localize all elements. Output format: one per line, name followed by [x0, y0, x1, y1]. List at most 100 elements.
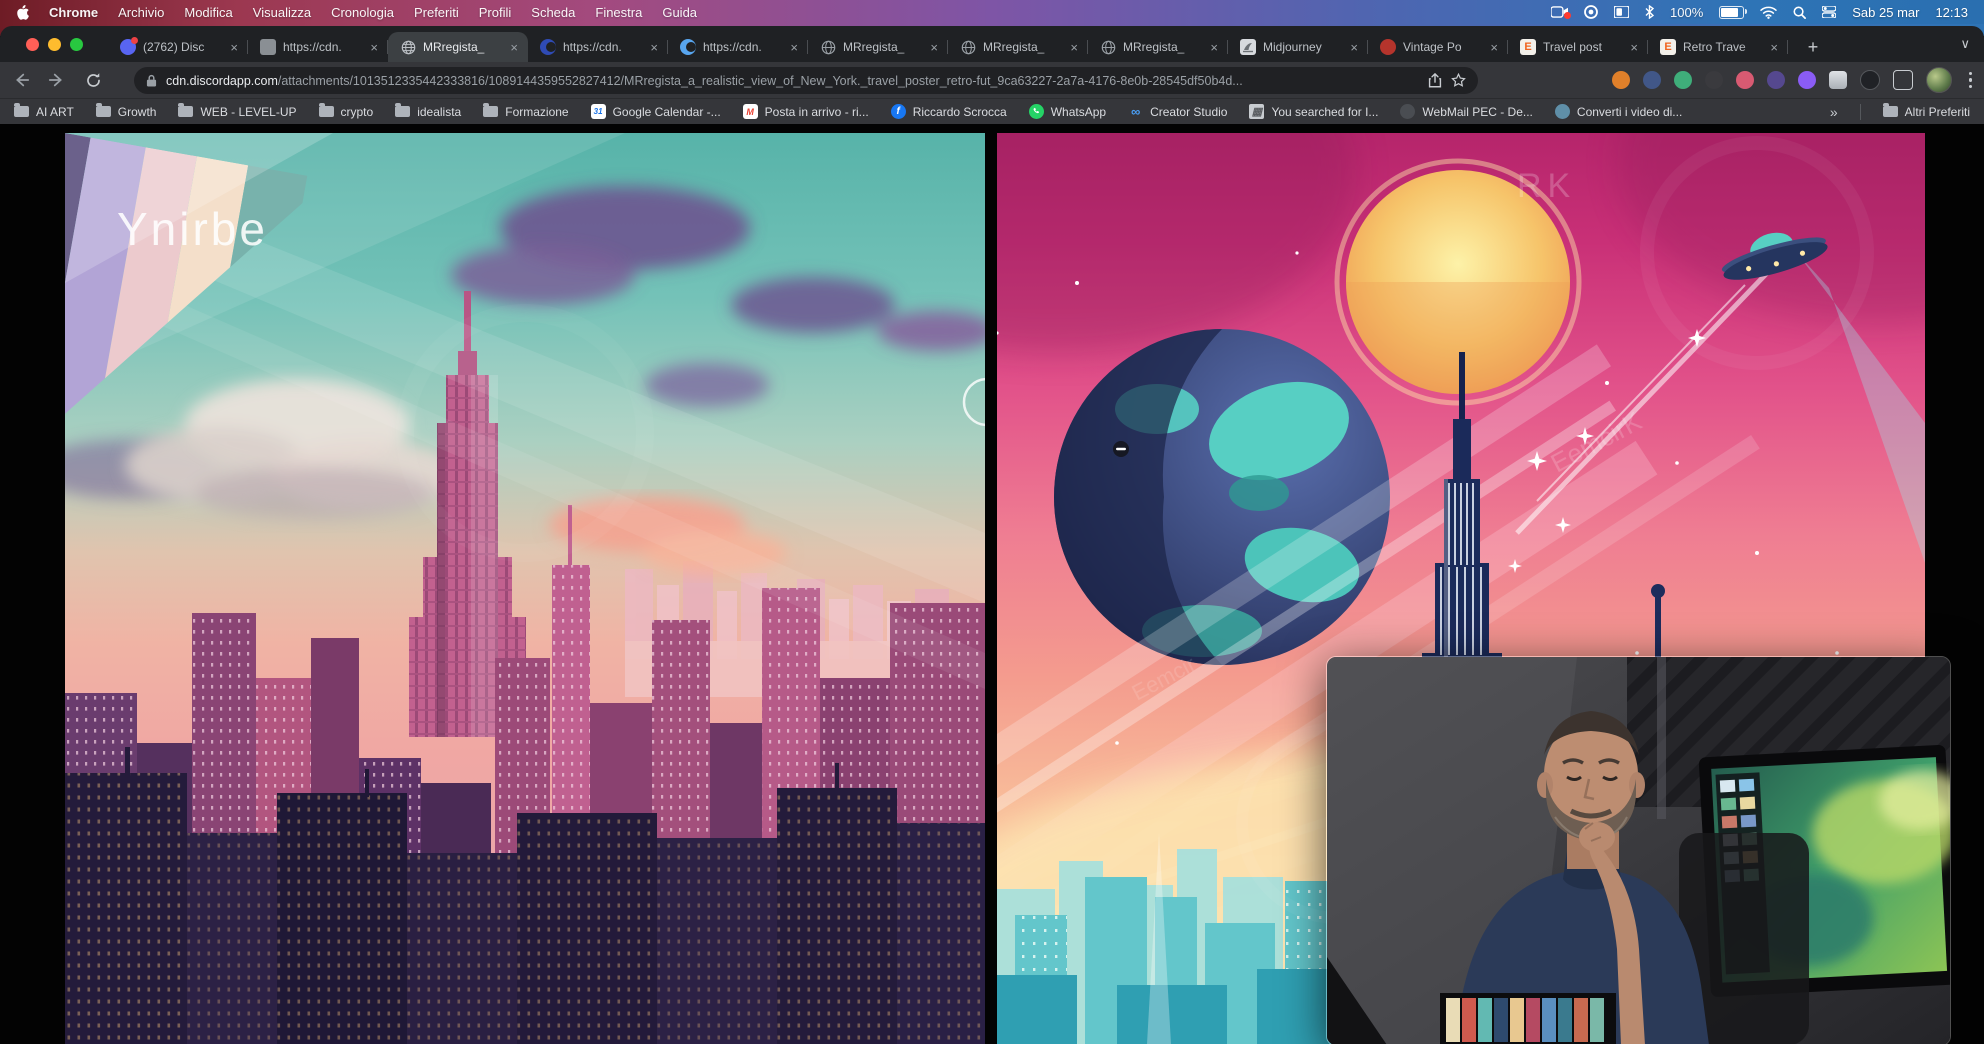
- url-text[interactable]: cdn.discordapp.com/attachments/101351233…: [166, 74, 1419, 88]
- tab-mrregista-2[interactable]: MRregista_×: [808, 32, 948, 62]
- profile-avatar[interactable]: [1926, 67, 1952, 93]
- tab-close-icon[interactable]: ×: [1208, 40, 1220, 55]
- menu-cronologia[interactable]: Cronologia: [331, 5, 394, 20]
- tab-etsy-retro-travel[interactable]: ERetro Trave×: [1648, 32, 1788, 62]
- menu-scheda[interactable]: Scheda: [531, 5, 575, 20]
- tab-close-icon[interactable]: ×: [508, 40, 520, 55]
- menu-chrome[interactable]: Chrome: [49, 5, 98, 20]
- bookmark-facebook-profile[interactable]: fRiccardo Scrocca: [891, 104, 1007, 119]
- menu-guida[interactable]: Guida: [662, 5, 697, 20]
- menu-archivio[interactable]: Archivio: [118, 5, 164, 20]
- extension-icon-pink[interactable]: [1736, 71, 1754, 89]
- menu-profili[interactable]: Profili: [479, 5, 512, 20]
- extension-icon-square[interactable]: [1893, 70, 1913, 90]
- bookmark-star-icon[interactable]: [1451, 73, 1466, 88]
- menu-modifica[interactable]: Modifica: [184, 5, 232, 20]
- extension-icon-violet[interactable]: [1767, 71, 1785, 89]
- tab-close-icon[interactable]: ×: [1068, 40, 1080, 55]
- bookmark-whatsapp[interactable]: WhatsApp: [1029, 104, 1106, 119]
- bookmark-gmail-inbox[interactable]: MPosta in arrivo - ri...: [743, 104, 869, 119]
- bookmark-converti-video[interactable]: Converti i video di...: [1555, 104, 1682, 119]
- tab-close-icon[interactable]: ×: [368, 40, 380, 55]
- url-host: cdn.discordapp.com: [166, 74, 278, 88]
- back-button[interactable]: [6, 65, 36, 95]
- tab-mrregista-3[interactable]: MRregista_×: [948, 32, 1088, 62]
- tab-mrregista-active[interactable]: MRregista_×: [388, 32, 528, 62]
- bookmark-google-calendar[interactable]: 31Google Calendar -...: [591, 104, 721, 119]
- extension-icon-orange[interactable]: [1612, 71, 1630, 89]
- tab-close-icon[interactable]: ×: [228, 40, 240, 55]
- bluetooth-icon[interactable]: [1645, 5, 1654, 19]
- shield-app-icon[interactable]: [1584, 5, 1598, 19]
- bookmark-folder-idealista[interactable]: idealista: [395, 105, 461, 119]
- minimize-window-button[interactable]: [48, 38, 61, 51]
- control-center-icon[interactable]: [1822, 6, 1836, 18]
- page-content: Ynirbe: [0, 124, 1984, 1044]
- tab-search-chevron[interactable]: ∨: [1960, 36, 1970, 52]
- forward-button[interactable]: [42, 65, 72, 95]
- bookmark-creator-studio[interactable]: ∞Creator Studio: [1128, 104, 1227, 119]
- menu-clock[interactable]: 12:13: [1935, 5, 1968, 20]
- tab-close-icon[interactable]: ×: [788, 40, 800, 55]
- window-manager-icon[interactable]: [1614, 6, 1629, 18]
- tab-midjourney[interactable]: Midjourney×: [1228, 32, 1368, 62]
- menu-finestra[interactable]: Finestra: [595, 5, 642, 20]
- menu-preferiti[interactable]: Preferiti: [414, 5, 459, 20]
- globe-favicon: [820, 39, 836, 55]
- extension-icon-blue[interactable]: [1643, 71, 1661, 89]
- whatsapp-icon: [1029, 104, 1044, 119]
- other-bookmarks[interactable]: Altri Preferiti: [1883, 105, 1970, 119]
- tab-mrregista-4[interactable]: MRregista_×: [1088, 32, 1228, 62]
- bookmark-folder-web-level-up[interactable]: WEB - LEVEL-UP: [178, 105, 296, 119]
- tab-discord[interactable]: (2762) Disc×: [108, 32, 248, 62]
- bookmark-webmail-pec[interactable]: WebMail PEC - De...: [1400, 104, 1532, 119]
- crescent-favicon: [680, 39, 696, 55]
- extension-icon-dark[interactable]: [1705, 71, 1723, 89]
- bookmark-you-searched[interactable]: ▦You searched for I...: [1249, 104, 1378, 119]
- tab-vintage-posters[interactable]: Vintage Po×: [1368, 32, 1508, 62]
- tab-close-icon[interactable]: ×: [928, 40, 940, 55]
- zoom-window-button[interactable]: [70, 38, 83, 51]
- menu-date[interactable]: Sab 25 mar: [1852, 5, 1919, 20]
- bookmark-folder-formazione[interactable]: Formazione: [483, 105, 568, 119]
- browser-menu-icon[interactable]: [1965, 72, 1977, 89]
- wifi-icon[interactable]: [1760, 6, 1777, 19]
- hand: [1579, 822, 1615, 852]
- tab-close-icon[interactable]: ×: [1488, 40, 1500, 55]
- reload-button[interactable]: [78, 65, 108, 95]
- apple-logo-icon[interactable]: [16, 5, 29, 20]
- folder-icon: [1883, 106, 1898, 117]
- menu-visualizza[interactable]: Visualizza: [253, 5, 311, 20]
- left-poster-image[interactable]: Ynirbe: [65, 133, 985, 1044]
- tab-close-icon[interactable]: ×: [1628, 40, 1640, 55]
- extension-icon-green[interactable]: [1674, 71, 1692, 89]
- extension-icon-purple[interactable]: [1798, 71, 1816, 89]
- bookmarks-overflow-chevron[interactable]: »: [1830, 104, 1838, 120]
- new-tab-button[interactable]: +: [1800, 34, 1826, 60]
- extension-icon-black[interactable]: [1860, 70, 1880, 90]
- tab-cdn-2[interactable]: https://cdn.×: [528, 32, 668, 62]
- tab-cdn-3[interactable]: https://cdn.×: [668, 32, 808, 62]
- tab-close-icon[interactable]: ×: [1768, 40, 1780, 55]
- bookmark-folder-crypto[interactable]: crypto: [319, 105, 374, 119]
- extension-icon-grid[interactable]: [1829, 71, 1847, 89]
- tab-close-icon[interactable]: ×: [1348, 40, 1360, 55]
- tab-cdn-1[interactable]: https://cdn.×: [248, 32, 388, 62]
- lock-icon[interactable]: [146, 74, 157, 87]
- folder-icon: [14, 106, 29, 117]
- ear: [1629, 772, 1645, 798]
- bookmark-folder-growth[interactable]: Growth: [96, 105, 157, 119]
- gmail-icon: M: [743, 104, 758, 119]
- spotlight-search-icon[interactable]: [1793, 6, 1806, 19]
- close-window-button[interactable]: [26, 38, 39, 51]
- lower-monitor: [1440, 993, 1616, 1044]
- share-icon[interactable]: [1428, 73, 1442, 88]
- grid-icon: ▦: [1249, 104, 1264, 119]
- extensions-row: [1612, 66, 1977, 94]
- screen-record-icon[interactable]: [1551, 6, 1568, 18]
- address-bar[interactable]: cdn.discordapp.com/attachments/101351233…: [134, 67, 1478, 94]
- bookmark-folder-ai-art[interactable]: AI ART: [14, 105, 74, 119]
- tab-etsy-travel-posters[interactable]: ETravel post×: [1508, 32, 1648, 62]
- tab-close-icon[interactable]: ×: [648, 40, 660, 55]
- discord-favicon: [120, 39, 136, 55]
